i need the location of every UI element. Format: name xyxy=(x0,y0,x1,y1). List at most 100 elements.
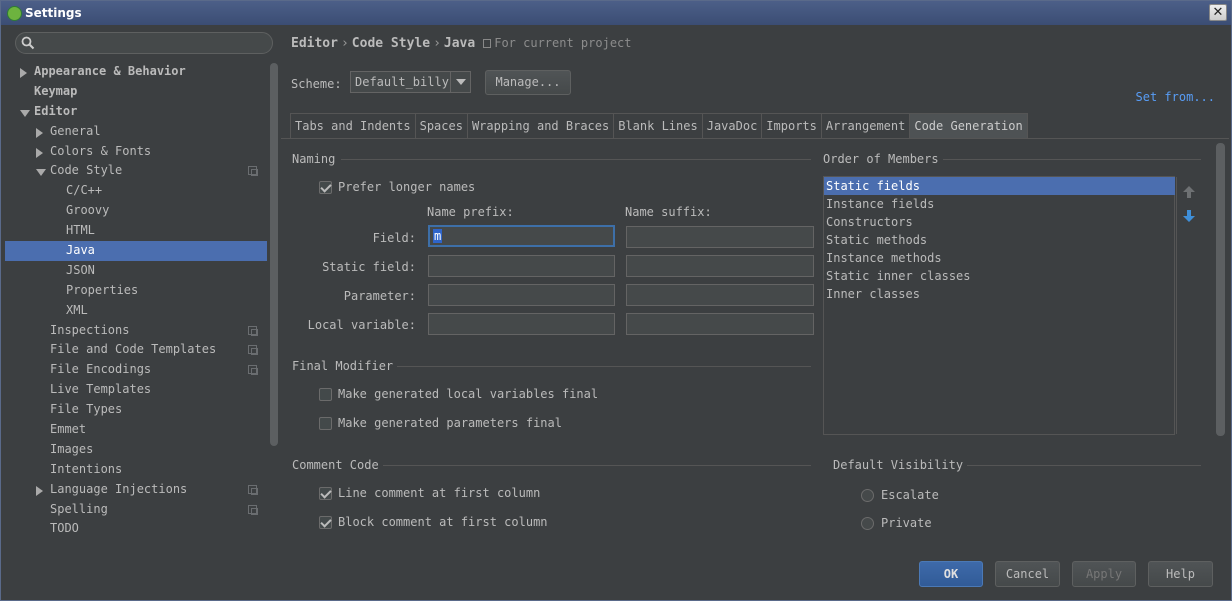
static-field-suffix-input[interactable] xyxy=(626,255,814,277)
tab-spaces[interactable]: Spaces xyxy=(414,113,468,138)
parameter-prefix-input[interactable] xyxy=(428,284,615,306)
sidebar-item-language-injections[interactable]: Language Injections xyxy=(5,480,267,500)
member-order-item[interactable]: Constructors xyxy=(824,213,1175,231)
sidebar-item-appearance-behavior[interactable]: Appearance & Behavior xyxy=(5,62,267,82)
tab-tabs-and-indents[interactable]: Tabs and Indents xyxy=(290,113,416,138)
sidebar-item-html[interactable]: HTML xyxy=(5,221,267,241)
field-label: Field: xyxy=(372,231,416,245)
escalate-label: Escalate xyxy=(881,488,939,502)
tab-javadoc[interactable]: JavaDoc xyxy=(701,113,763,138)
member-order-item[interactable]: Instance methods xyxy=(824,249,1175,267)
local-variable-suffix-input[interactable] xyxy=(626,313,814,335)
prefer-longer-names-checkbox[interactable] xyxy=(319,181,332,194)
member-order-item[interactable]: Inner classes xyxy=(824,285,1175,303)
scheme-label: Scheme: xyxy=(291,77,342,91)
parameter-suffix-input[interactable] xyxy=(626,284,814,306)
collapsed-arrow-icon[interactable] xyxy=(36,127,43,138)
chevron-down-icon[interactable] xyxy=(450,72,470,92)
collapsed-arrow-icon[interactable] xyxy=(36,485,43,496)
sidebar-item-file-types[interactable]: File Types xyxy=(5,400,267,420)
sidebar-item-properties[interactable]: Properties xyxy=(5,281,267,301)
local-variable-prefix-input[interactable] xyxy=(428,313,615,335)
sidebar-item-spelling[interactable]: Spelling xyxy=(5,500,267,520)
search-input[interactable] xyxy=(15,32,273,54)
collapsed-arrow-icon[interactable] xyxy=(36,147,43,158)
field-prefix-input[interactable]: m xyxy=(428,225,615,247)
settings-dialog: Settings ✕ Appearance & Behavior Keymap Ed… xyxy=(0,0,1232,601)
member-order-item[interactable]: Instance fields xyxy=(824,195,1175,213)
move-up-icon[interactable] xyxy=(1182,185,1196,199)
sidebar-item-label: C/C++ xyxy=(66,183,103,198)
sidebar-item-c-c[interactable]: C/C++ xyxy=(5,181,267,201)
breadcrumb: Editor › Code Style › Java For current projec… xyxy=(291,36,632,51)
sidebar-item-live-templates[interactable]: Live Templates xyxy=(5,380,267,400)
set-from-link[interactable]: Set from... xyxy=(1136,90,1215,104)
scheme-value: Default_billy xyxy=(355,75,449,89)
member-order-item[interactable]: Static inner classes xyxy=(824,267,1175,285)
sidebar-item-code-style[interactable]: Code Style xyxy=(5,161,267,181)
sidebar-item-groovy[interactable]: Groovy xyxy=(5,201,267,221)
tab-arrangement[interactable]: Arrangement xyxy=(820,113,911,138)
content-scrollbar[interactable] xyxy=(1216,143,1225,436)
sidebar-scrollbar[interactable] xyxy=(270,63,278,446)
final-parameters-checkbox[interactable] xyxy=(319,417,332,430)
sidebar-item-label: Inspections xyxy=(50,322,130,337)
move-down-icon[interactable] xyxy=(1182,209,1196,223)
android-studio-icon xyxy=(7,6,22,21)
window-title: Settings xyxy=(25,6,82,20)
help-button[interactable]: Help xyxy=(1148,561,1213,587)
tab-code-generation[interactable]: Code Generation xyxy=(909,113,1028,138)
tab-imports[interactable]: Imports xyxy=(761,113,822,138)
block-comment-checkbox[interactable] xyxy=(319,516,332,529)
sidebar-item-inspections[interactable]: Inspections xyxy=(5,321,267,341)
private-radio[interactable] xyxy=(861,517,874,530)
sidebar-item-xml[interactable]: XML xyxy=(5,301,267,321)
expanded-arrow-icon[interactable] xyxy=(36,169,46,177)
breadcrumb-separator: › xyxy=(340,36,349,51)
tab-wrapping-and-braces[interactable]: Wrapping and Braces xyxy=(466,113,615,138)
sidebar-item-images[interactable]: Images xyxy=(5,440,267,460)
sidebar-item-label: File and Code Templates xyxy=(50,342,217,357)
sidebar-item-json[interactable]: JSON xyxy=(5,261,267,281)
project-scope-icon xyxy=(248,504,258,515)
sidebar-item-label: General xyxy=(50,123,101,138)
line-comment-checkbox[interactable] xyxy=(319,487,332,500)
final-parameters-label: Make generated parameters final xyxy=(338,416,562,430)
sidebar-item-java[interactable]: Java xyxy=(5,241,267,261)
tab-blank-lines[interactable]: Blank Lines xyxy=(613,113,703,138)
member-order-item[interactable]: Static fields xyxy=(824,177,1175,195)
sidebar-item-label: Images xyxy=(50,441,94,456)
block-comment-label: Block comment at first column xyxy=(338,515,548,529)
breadcrumb-editor: Editor xyxy=(291,36,338,51)
scheme-select[interactable]: Default_billy xyxy=(350,71,471,93)
breadcrumb-java: Java xyxy=(443,36,476,51)
static-field-prefix-input[interactable] xyxy=(428,255,615,277)
close-icon[interactable]: ✕ xyxy=(1209,4,1227,21)
default-visibility-title: Default Visibility xyxy=(833,458,964,472)
ok-button[interactable]: OK xyxy=(919,561,983,587)
apply-button[interactable]: Apply xyxy=(1072,561,1136,587)
sidebar-item-todo[interactable]: TODO xyxy=(5,519,267,539)
sidebar-item-emmet[interactable]: Emmet xyxy=(5,420,267,440)
sidebar-item-general[interactable]: General xyxy=(5,122,267,142)
sidebar-item-editor[interactable]: Editor xyxy=(5,102,267,122)
sidebar-item-file-encodings[interactable]: File Encodings xyxy=(5,360,267,380)
sidebar-item-intentions[interactable]: Intentions xyxy=(5,460,267,480)
manage-button[interactable]: Manage... xyxy=(485,70,571,95)
title-bar: Settings ✕ xyxy=(1,1,1231,25)
collapsed-arrow-icon[interactable] xyxy=(20,68,27,78)
project-icon xyxy=(483,39,492,48)
final-local-variables-checkbox[interactable] xyxy=(319,388,332,401)
cancel-button[interactable]: Cancel xyxy=(995,561,1060,587)
escalate-radio[interactable] xyxy=(861,489,874,502)
sidebar-item-file-and-code-templates[interactable]: File and Code Templates xyxy=(5,340,267,360)
sidebar-item-label: Editor xyxy=(34,103,78,118)
sidebar-item-label: Language Injections xyxy=(50,481,188,496)
sidebar-item-colors-fonts[interactable]: Colors & Fonts xyxy=(5,142,267,162)
field-suffix-input[interactable] xyxy=(626,226,814,248)
expanded-arrow-icon[interactable] xyxy=(20,109,30,117)
member-order-item[interactable]: Static methods xyxy=(824,231,1175,249)
main-panel: Editor › Code Style › Java For current projec… xyxy=(281,27,1229,541)
sidebar-item-label: Emmet xyxy=(50,422,87,437)
sidebar-item-keymap[interactable]: Keymap xyxy=(5,82,267,102)
